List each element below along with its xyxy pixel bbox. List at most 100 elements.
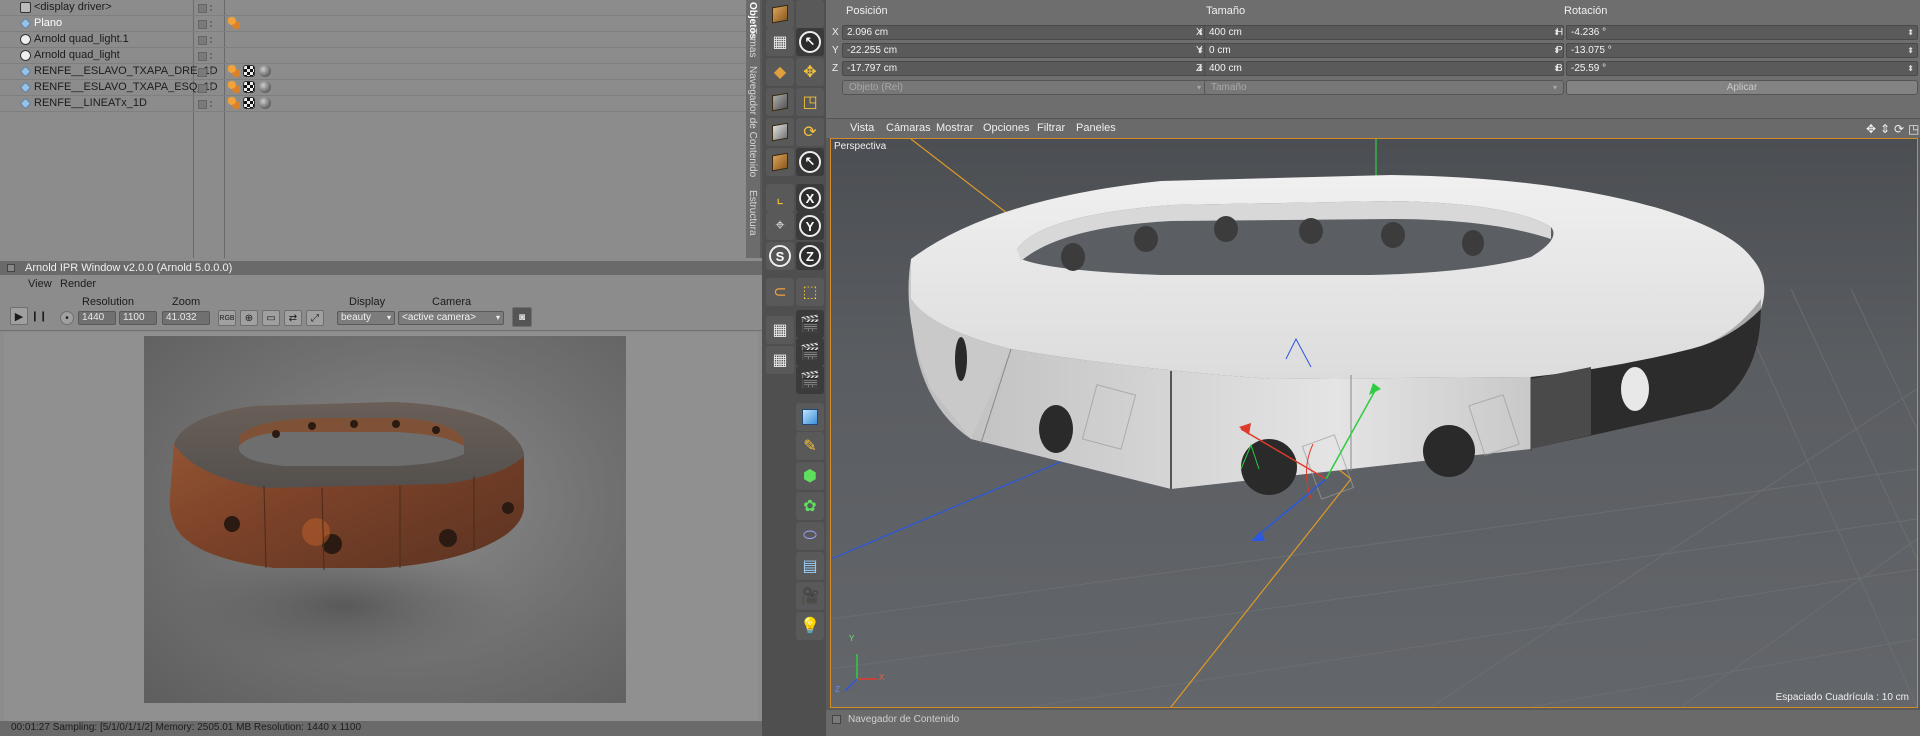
size-mode-dropdown[interactable]: Tamaño ▾: [1204, 80, 1564, 95]
edges-mode-button[interactable]: [766, 118, 794, 146]
scale-button[interactable]: ◳: [796, 88, 824, 116]
tab-takes[interactable]: Tomas: [747, 28, 758, 57]
texture-tag-icon[interactable]: [243, 81, 255, 93]
light-button[interactable]: 💡: [796, 612, 824, 640]
position-x-input[interactable]: 2.096 cm ⬍: [842, 25, 1208, 40]
apply-button[interactable]: Aplicar: [1566, 80, 1918, 95]
zoom-view-icon[interactable]: ⇕: [1880, 122, 1890, 136]
menu-camaras[interactable]: Cámaras: [886, 122, 931, 134]
material-tag-icon[interactable]: [228, 81, 240, 93]
object-row-display-driver[interactable]: <display driver>: [0, 0, 746, 16]
texture-tag-icon[interactable]: [243, 97, 255, 109]
material-sphere-icon[interactable]: [259, 97, 271, 109]
menu-opciones[interactable]: Opciones: [983, 122, 1029, 134]
rotation-p-input[interactable]: -13.075 ° ⬍: [1566, 43, 1918, 58]
lock-z-button[interactable]: Z: [796, 242, 824, 270]
polygons-mode-button[interactable]: [766, 148, 794, 176]
lock-resolution-button[interactable]: •: [60, 311, 74, 325]
visibility-dots[interactable]: [198, 100, 212, 109]
move-button[interactable]: ✥: [796, 58, 824, 86]
tab-structure[interactable]: Estructura: [747, 190, 758, 236]
menu-view[interactable]: View: [28, 278, 52, 290]
rotate-button[interactable]: ⟳: [796, 118, 824, 146]
material-tag-icon[interactable]: [228, 65, 240, 77]
size-z-input[interactable]: 400 cm ⬍: [1204, 61, 1564, 76]
globe-button[interactable]: ⊕: [240, 310, 258, 326]
object-row-eslavo-esq[interactable]: RENFE__ESLAVO_TXAPA_ESQ_1D: [0, 80, 746, 96]
visibility-dots[interactable]: [198, 4, 212, 13]
play-button[interactable]: ▶: [10, 307, 28, 325]
display-dropdown[interactable]: beauty ▾: [337, 311, 395, 325]
object-row-quad-light[interactable]: Arnold quad_light: [0, 48, 746, 64]
menu-paneles[interactable]: Paneles: [1076, 122, 1116, 134]
lock-x-button[interactable]: X: [796, 184, 824, 212]
zoom-input[interactable]: 41.032: [162, 311, 210, 325]
blank-button[interactable]: [796, 0, 824, 28]
rgb-button[interactable]: RGB: [218, 310, 236, 326]
coordinate-system-button[interactable]: ⬚: [796, 278, 824, 306]
workplane-lock-button[interactable]: ▦: [766, 346, 794, 374]
texture-tag-icon[interactable]: [243, 65, 255, 77]
window-grip-icon[interactable]: [7, 264, 15, 272]
material-tag-icon[interactable]: [228, 17, 240, 29]
model-mode-button[interactable]: ▦: [766, 28, 794, 56]
menu-vista[interactable]: Vista: [850, 122, 874, 134]
size-x-input[interactable]: 400 cm ⬍: [1204, 25, 1564, 40]
menu-filtrar[interactable]: Filtrar: [1037, 122, 1065, 134]
lock-y-button[interactable]: Y: [796, 212, 824, 240]
texture-mode-button[interactable]: ◆: [766, 58, 794, 86]
swap-button[interactable]: ⇄: [284, 310, 302, 326]
workplane-button[interactable]: ▦: [766, 316, 794, 344]
rotate-view-icon[interactable]: ⟳: [1894, 122, 1904, 136]
perspective-viewport[interactable]: Perspectiva Y X Z Espaciado Cuadrícula :…: [830, 138, 1918, 708]
maximize-view-icon[interactable]: ◳: [1908, 122, 1919, 136]
points-mode-button[interactable]: [766, 88, 794, 116]
material-sphere-icon[interactable]: [259, 81, 271, 93]
pause-button[interactable]: ❙❙: [31, 307, 48, 325]
undo-view-button[interactable]: [766, 0, 794, 28]
snapshot-button[interactable]: ◙: [512, 307, 532, 327]
rotation-h-input[interactable]: -4.236 ° ⬍: [1566, 25, 1918, 40]
region-button[interactable]: ▭: [262, 310, 280, 326]
cloner-button[interactable]: ✿: [796, 492, 824, 520]
render-settings-button[interactable]: 🎬: [796, 366, 824, 394]
resolution-height-input[interactable]: 1100: [119, 311, 157, 325]
coordinate-mode-dropdown[interactable]: Objeto (Rel) ▾: [842, 80, 1208, 95]
live-selection-button[interactable]: ↖: [796, 28, 824, 56]
solo-button[interactable]: S: [766, 242, 794, 270]
visibility-dots[interactable]: [198, 36, 212, 45]
tweak-mode-button[interactable]: ⌖: [766, 212, 794, 240]
resolution-width-input[interactable]: 1440: [78, 311, 116, 325]
position-y-input[interactable]: -22.255 cm ⬍: [842, 43, 1208, 58]
camera-dropdown[interactable]: <active camera> ▾: [398, 311, 504, 325]
object-row-quad-light-1[interactable]: Arnold quad_light.1: [0, 32, 746, 48]
position-z-input[interactable]: -17.797 cm ⬍: [842, 61, 1208, 76]
material-tag-icon[interactable]: [228, 97, 240, 109]
material-sphere-icon[interactable]: [259, 65, 271, 77]
render-picture-viewer-button[interactable]: 🎬: [796, 338, 824, 366]
content-browser-label[interactable]: Navegador de Contenido: [848, 714, 959, 725]
rotation-b-input[interactable]: -25.59 ° ⬍: [1566, 61, 1918, 76]
pen-button[interactable]: ✎: [796, 432, 824, 460]
size-y-input[interactable]: 0 cm ⬍: [1204, 43, 1564, 58]
tab-content-browser[interactable]: Navegador de Contenido: [747, 66, 758, 177]
export-button[interactable]: ⤢: [306, 310, 324, 326]
object-row-eslavo-dre[interactable]: RENFE__ESLAVO_TXAPA_DRE_1D: [0, 64, 746, 80]
move-view-icon[interactable]: ✥: [1866, 122, 1876, 136]
visibility-dots[interactable]: [198, 84, 212, 93]
menu-render[interactable]: Render: [60, 278, 96, 290]
deformer-button[interactable]: ⬭: [796, 522, 824, 550]
render-view-button[interactable]: 🎬: [796, 310, 824, 338]
floor-button[interactable]: ▤: [796, 552, 824, 580]
cube-button[interactable]: [796, 403, 824, 431]
object-row-lineatx[interactable]: RENFE__LINEATx_1D: [0, 96, 746, 112]
camera-button[interactable]: 🎥: [796, 582, 824, 610]
axis-mode-button[interactable]: ⌞: [766, 184, 794, 212]
visibility-dots[interactable]: [198, 68, 212, 77]
select-button[interactable]: ↖: [796, 148, 824, 176]
visibility-dots[interactable]: [198, 52, 212, 61]
snap-button[interactable]: ⊂: [766, 278, 794, 306]
content-browser-checkbox[interactable]: [832, 715, 841, 724]
visibility-dots[interactable]: [198, 20, 212, 29]
subdivision-button[interactable]: ⬢: [796, 462, 824, 490]
